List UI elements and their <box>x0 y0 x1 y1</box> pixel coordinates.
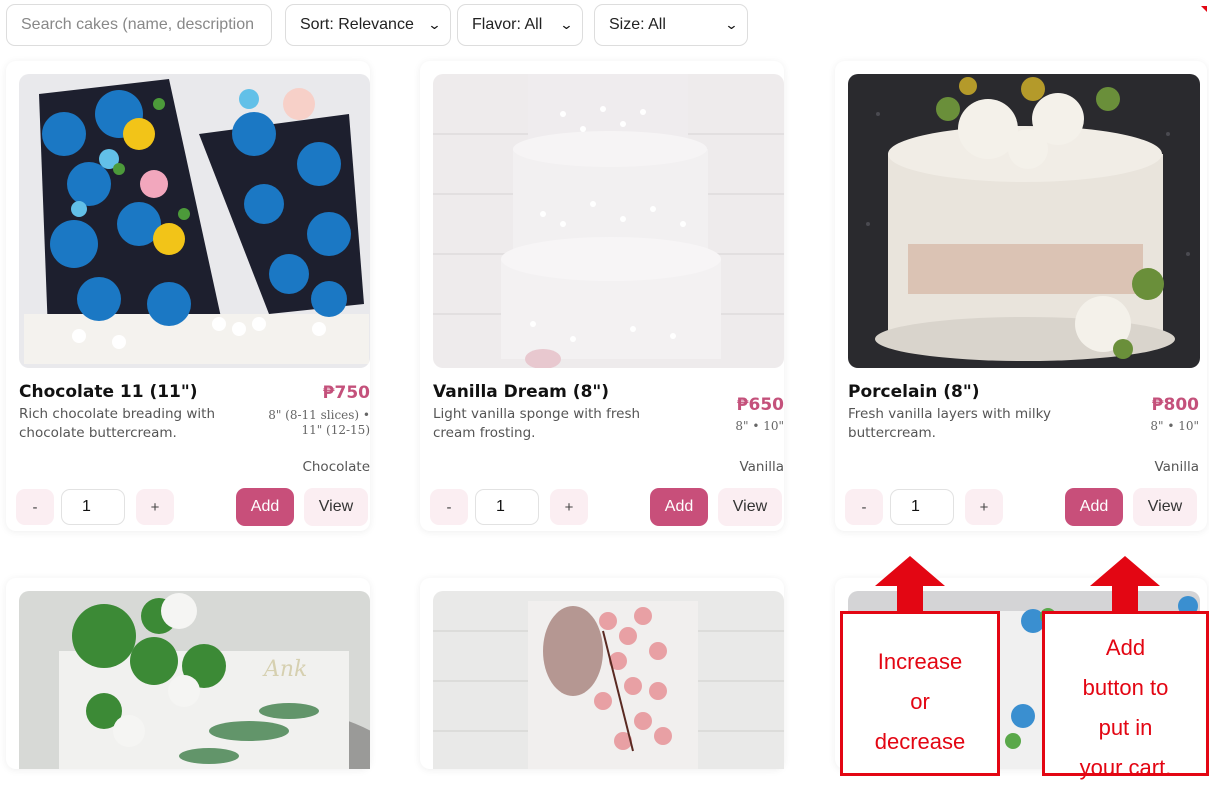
product-image[interactable] <box>848 74 1200 368</box>
product-description: Fresh vanilla layers with milky buttercr… <box>848 406 1051 441</box>
view-button[interactable]: View <box>718 488 782 526</box>
add-annotation: Add button to put in your cart. <box>1042 611 1209 780</box>
product-image[interactable] <box>19 74 370 368</box>
product-flavor: Vanilla <box>739 459 784 475</box>
annotation-line: decrease <box>874 729 966 754</box>
product-price: ₱750 <box>322 383 370 403</box>
decrease-button[interactable]: - <box>845 489 883 525</box>
product-sizes: 8" • 10" <box>1150 419 1199 434</box>
flavor-select[interactable]: Flavor: All ⌄ <box>457 4 583 46</box>
add-to-cart-button[interactable]: Add <box>236 488 294 526</box>
quantity-annotation: Increase or decrease <box>840 611 1000 776</box>
chevron-down-icon: ⌄ <box>427 17 442 32</box>
product-image[interactable] <box>433 591 784 769</box>
annotation-line: Increase <box>877 649 963 674</box>
product-image[interactable]: Ank <box>19 591 370 769</box>
chevron-down-icon: ⌄ <box>724 17 739 32</box>
product-card: Vanilla Dream (8") Light vanilla sponge … <box>420 61 784 531</box>
annotation-line: your cart. <box>1079 755 1172 780</box>
quantity-input[interactable] <box>890 489 954 525</box>
product-card: Ank <box>6 578 370 769</box>
product-flavor: Chocolate <box>302 459 370 475</box>
product-description: Light vanilla sponge with fresh cream fr… <box>433 406 641 441</box>
size-select[interactable]: Size: All ⌄ <box>594 4 748 46</box>
product-price: ₱800 <box>1151 395 1199 415</box>
product-image[interactable] <box>433 74 784 368</box>
product-name: Chocolate 11 (11") <box>19 382 198 402</box>
annotation-line: Add <box>1105 635 1146 660</box>
increase-button[interactable]: + <box>965 489 1003 525</box>
sizes-line: 11" (12-15) <box>301 423 370 437</box>
sizes-line: 8" (8-11 slices) • <box>268 408 370 422</box>
annotation-line: or <box>910 689 930 714</box>
size-select-label: Size: All <box>609 16 666 33</box>
product-name: Vanilla Dream (8") <box>433 382 610 402</box>
add-to-cart-button[interactable]: Add <box>1065 488 1123 526</box>
up-arrow-icon <box>875 556 945 612</box>
product-name: Porcelain (8") <box>848 382 980 402</box>
corner-marker <box>1201 6 1207 12</box>
product-sizes: 8" (8-11 slices) • 11" (12-15) <box>268 408 370 438</box>
annotation-line: button to <box>1082 675 1169 700</box>
sizes-line: 8" • 10" <box>1150 419 1199 433</box>
product-card <box>420 578 784 769</box>
sort-select-label: Sort: Relevance <box>300 16 414 33</box>
annotation-line: put in <box>1098 715 1153 740</box>
sort-select[interactable]: Sort: Relevance ⌄ <box>285 4 451 46</box>
product-flavor: Vanilla <box>1154 459 1199 475</box>
product-sizes: 8" • 10" <box>735 419 784 434</box>
chevron-down-icon: ⌄ <box>559 17 574 32</box>
decrease-button[interactable]: - <box>430 489 468 525</box>
product-card: Chocolate 11 (11") Rich chocolate breadi… <box>6 61 370 531</box>
quantity-input[interactable] <box>61 489 125 525</box>
flavor-select-label: Flavor: All <box>472 16 543 33</box>
increase-button[interactable]: + <box>136 489 174 525</box>
product-price: ₱650 <box>736 395 784 415</box>
decrease-button[interactable]: - <box>16 489 54 525</box>
svg-text:Ank: Ank <box>262 657 307 682</box>
search-input[interactable] <box>6 4 272 46</box>
view-button[interactable]: View <box>304 488 368 526</box>
up-arrow-icon <box>1090 556 1160 612</box>
view-button[interactable]: View <box>1133 488 1197 526</box>
add-to-cart-button[interactable]: Add <box>650 488 708 526</box>
increase-button[interactable]: + <box>550 489 588 525</box>
quantity-input[interactable] <box>475 489 539 525</box>
product-card: Porcelain (8") Fresh vanilla layers with… <box>835 61 1207 531</box>
product-description: Rich chocolate breading with chocolate b… <box>19 406 216 441</box>
sizes-line: 8" • 10" <box>735 419 784 433</box>
